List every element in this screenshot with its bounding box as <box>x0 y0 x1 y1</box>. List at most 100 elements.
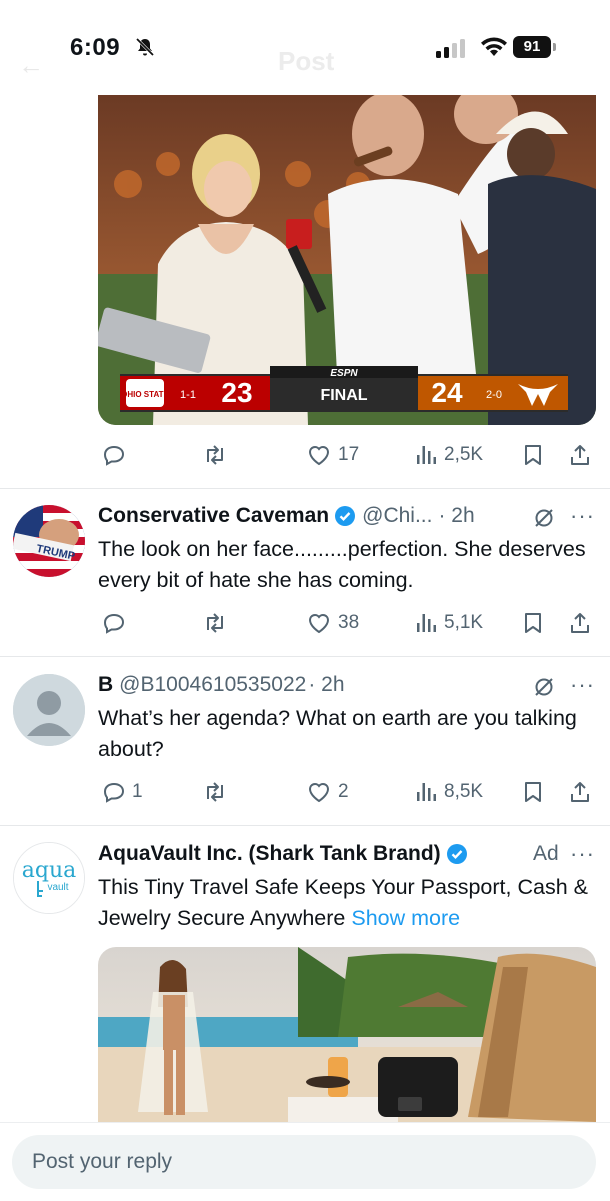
author-name[interactable]: B <box>98 673 113 697</box>
reply-icon <box>103 613 125 634</box>
divider <box>0 488 610 489</box>
bell-slash-icon <box>135 37 155 57</box>
grok-icon[interactable] <box>532 675 556 699</box>
post-actions: 38 5,1K <box>98 608 598 638</box>
avatar[interactable]: aqua vault <box>13 842 85 914</box>
author-handle[interactable]: @Chi... <box>362 504 432 528</box>
post-text: This Tiny Travel Safe Keeps Your Passpor… <box>98 872 598 934</box>
like-button[interactable]: 17 <box>306 440 359 470</box>
views-count: 2,5K <box>444 444 484 465</box>
scorebug-left-score: 23 <box>221 377 252 408</box>
bookmark-button[interactable] <box>522 440 544 470</box>
post-text: The look on her face.........perfection.… <box>98 537 586 592</box>
reply-input[interactable] <box>12 1135 596 1189</box>
post-actions: 17 2,5K <box>98 440 598 470</box>
reply-count: 1 <box>132 781 143 802</box>
post-media-image[interactable]: OHIO STATE 1-1 23 ESPN FINAL 24 2-0 <box>98 94 596 425</box>
aquavault-logo-icon: aqua vault <box>14 843 84 913</box>
share-icon <box>571 613 589 633</box>
repost-icon <box>207 445 223 465</box>
like-count: 2 <box>338 781 349 802</box>
bookmark-icon <box>525 445 541 465</box>
like-count: 17 <box>338 444 360 465</box>
more-icon[interactable]: ··· <box>570 672 595 698</box>
default-avatar-icon <box>13 674 85 746</box>
scorebug-left-record: 1-1 <box>180 389 196 401</box>
scorebug-status: FINAL <box>320 387 367 404</box>
reply-button[interactable] <box>102 440 132 470</box>
back-arrow-icon[interactable]: ← <box>18 50 44 81</box>
signal-icon <box>436 39 465 58</box>
post-header: Conservative Caveman @Chi... · 2h <box>98 504 475 528</box>
avatar[interactable] <box>13 674 85 746</box>
repost-button[interactable] <box>202 777 234 807</box>
scorebug-network: ESPN <box>330 368 358 379</box>
like-count: 38 <box>338 612 360 633</box>
battery-tip <box>553 43 556 51</box>
post-time: · 2h <box>308 673 345 696</box>
wifi-icon <box>481 37 507 56</box>
share-icon <box>571 445 589 465</box>
repost-icon <box>207 782 223 802</box>
views-icon <box>417 614 436 632</box>
ad-label: Ad <box>533 842 559 865</box>
beach-photo <box>98 947 596 1122</box>
divider <box>0 656 610 657</box>
post-text: What’s her agenda? What on earth are you… <box>98 706 577 761</box>
author-name[interactable]: AquaVault Inc. (Shark Tank Brand) <box>98 842 441 866</box>
stadium-photo: OHIO STATE 1-1 23 ESPN FINAL 24 2-0 <box>98 94 596 425</box>
bookmark-button[interactable] <box>522 777 544 807</box>
views-icon <box>417 783 436 801</box>
bookmark-icon <box>525 613 541 633</box>
like-button[interactable]: 2 <box>306 777 349 807</box>
reply-icon <box>103 445 125 466</box>
post-time: · 2h <box>438 504 475 527</box>
avatar-subtext: vault <box>47 882 68 893</box>
repost-button[interactable] <box>202 440 234 470</box>
battery-indicator: 91 <box>513 36 551 58</box>
reply-button[interactable] <box>102 608 132 638</box>
like-icon <box>308 614 330 634</box>
share-button[interactable] <box>568 440 592 470</box>
page-title: Post <box>278 46 335 76</box>
ad-media-image[interactable] <box>98 947 596 1122</box>
show-more-link[interactable]: Show more <box>351 906 460 930</box>
share-button[interactable] <box>568 777 592 807</box>
share-icon <box>571 782 589 802</box>
grok-icon[interactable] <box>532 506 556 530</box>
reply-button[interactable]: 1 <box>102 777 143 807</box>
repost-icon <box>207 613 223 633</box>
repost-button[interactable] <box>202 608 234 638</box>
author-handle[interactable]: @B1004610535022 <box>119 673 306 697</box>
flag-fist-avatar-image: TRUMP <box>13 505 85 577</box>
author-name[interactable]: Conservative Caveman <box>98 504 329 528</box>
share-button[interactable] <box>568 608 592 638</box>
views-count: 8,5K <box>444 781 484 802</box>
status-time: 6:09 <box>70 34 121 61</box>
post-header: B @B1004610535022 · 2h <box>98 673 345 697</box>
status-bar: ← Post 6:09 91 <box>0 0 610 95</box>
verified-icon <box>335 506 356 526</box>
bookmark-button[interactable] <box>522 608 544 638</box>
reply-icon <box>103 782 125 803</box>
post-header: AquaVault Inc. (Shark Tank Brand) <box>98 842 468 866</box>
verified-icon <box>446 844 467 864</box>
scorebug-right-record: 2-0 <box>486 389 502 401</box>
reply-bar <box>0 1122 610 1201</box>
views-button[interactable]: 8,5K <box>414 777 483 807</box>
like-button[interactable]: 38 <box>306 608 359 638</box>
views-count: 5,1K <box>444 612 484 633</box>
views-button[interactable]: 5,1K <box>414 608 483 638</box>
divider <box>0 825 610 826</box>
views-icon <box>417 446 436 464</box>
avatar-text: aqua <box>22 858 76 883</box>
views-button[interactable]: 2,5K <box>414 440 483 470</box>
more-icon[interactable]: ··· <box>570 841 595 867</box>
scorebug-right-score: 24 <box>431 377 463 408</box>
avatar[interactable]: TRUMP <box>13 505 85 577</box>
like-icon <box>308 446 330 466</box>
bookmark-icon <box>525 782 541 802</box>
more-icon[interactable]: ··· <box>570 503 595 529</box>
like-icon <box>308 783 330 803</box>
post-actions: 1 2 8,5K <box>98 777 598 807</box>
